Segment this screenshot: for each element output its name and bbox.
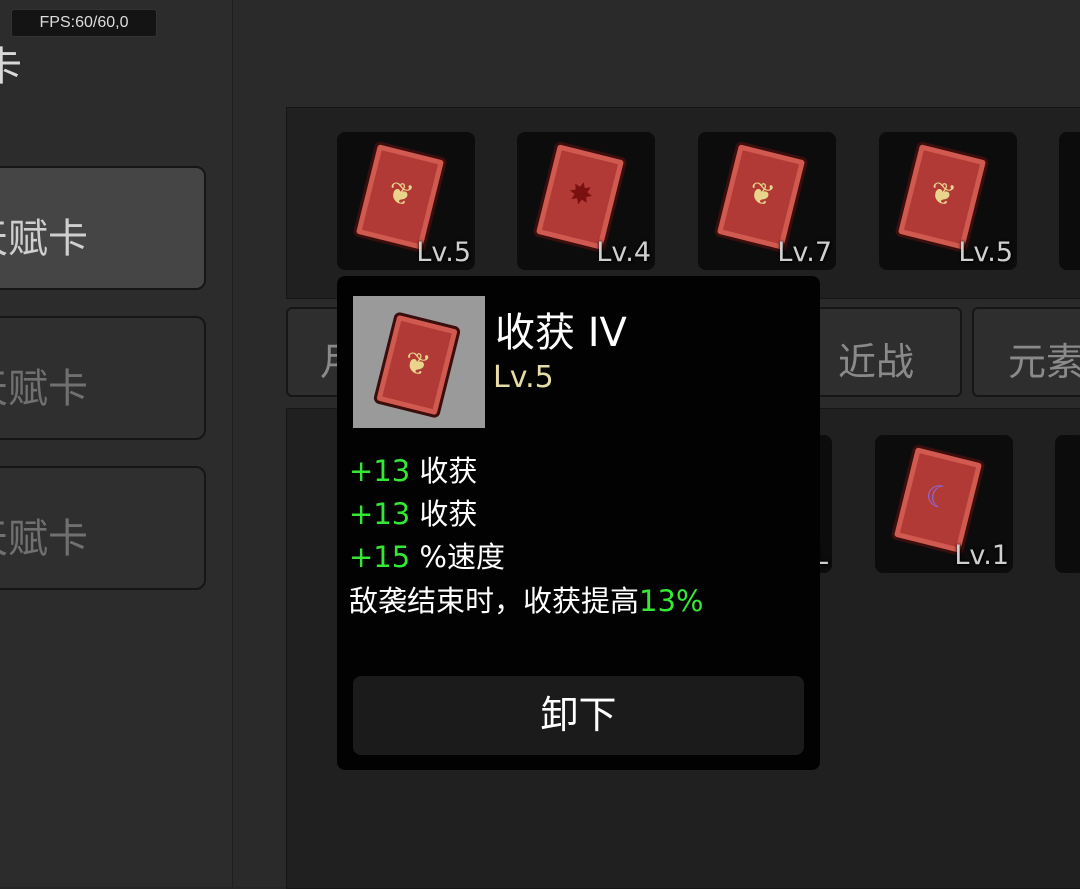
sidebar-item-label: 天赋卡 <box>0 516 88 562</box>
slot-level: Lv.7 <box>777 237 832 268</box>
slot-level: Lv.1 <box>954 540 1009 571</box>
equipped-panel: ❦ Lv.5 ✸ Lv.4 ❦ Lv.7 ❦ Lv.5 <box>286 107 1080 299</box>
sidebar-item-talent-card-2[interactable]: 天赋卡 <box>0 316 206 440</box>
sidebar-item-label: 天赋卡 <box>0 216 88 262</box>
inventory-slot[interactable]: ☾ Lv.1 <box>875 435 1013 573</box>
sidebar-item-talent-card-1[interactable]: 天赋卡 <box>0 166 206 290</box>
effect-value: 13% <box>639 584 704 618</box>
stat-label: 收获 <box>419 497 478 531</box>
sidebar: 卡 天赋卡 天赋卡 天赋卡 <box>0 0 233 887</box>
sidebar-item-talent-card-3[interactable]: 天赋卡 <box>0 466 206 590</box>
tab-melee[interactable]: 近战 <box>800 307 962 397</box>
stat-value: +13 <box>349 497 411 531</box>
equipped-slot[interactable]: ❦ Lv.5 <box>337 132 475 270</box>
equipped-slot[interactable]: ❦ Lv.7 <box>698 132 836 270</box>
sidebar-item-label: 天赋卡 <box>0 366 88 412</box>
inventory-slot[interactable] <box>1055 435 1080 573</box>
tooltip-icon-frame: ❦ <box>353 296 485 428</box>
harvest-card-icon: ❦ <box>372 311 462 419</box>
stat-label: 收获 <box>419 454 478 488</box>
stat-label: %速度 <box>419 540 505 574</box>
tab-label: 元素 <box>1008 340 1080 384</box>
sidebar-title: 卡 <box>0 44 22 90</box>
equipped-slot[interactable] <box>1059 132 1080 270</box>
unequip-button[interactable]: 卸下 <box>353 676 804 755</box>
tab-element[interactable]: 元素 <box>972 307 1080 397</box>
equipped-slot[interactable]: ✸ Lv.4 <box>517 132 655 270</box>
stat-line: +13 收获 <box>349 448 477 490</box>
stat-value: +15 <box>349 540 411 574</box>
tab-label: 近战 <box>838 340 915 384</box>
fps-counter: FPS:60/60,0 <box>11 9 157 37</box>
card-tooltip: ❦ 收获 IV Lv.5 +13 收获 +13 收获 +15 %速度 敌袭结束时… <box>337 276 820 770</box>
tooltip-title: 收获 IV <box>495 310 627 356</box>
stat-line: +15 %速度 <box>349 534 505 576</box>
effect-line: 敌袭结束时，收获提高13% <box>349 578 703 620</box>
slot-level: Lv.5 <box>958 237 1013 268</box>
tooltip-level: Lv.5 <box>493 360 554 395</box>
slot-level: Lv.5 <box>416 237 471 268</box>
effect-text: 敌袭结束时，收获提高 <box>349 584 640 618</box>
stat-line: +13 收获 <box>349 491 477 533</box>
stat-value: +13 <box>349 454 411 488</box>
slot-level: Lv.4 <box>596 237 651 268</box>
equipped-slot[interactable]: ❦ Lv.5 <box>879 132 1017 270</box>
